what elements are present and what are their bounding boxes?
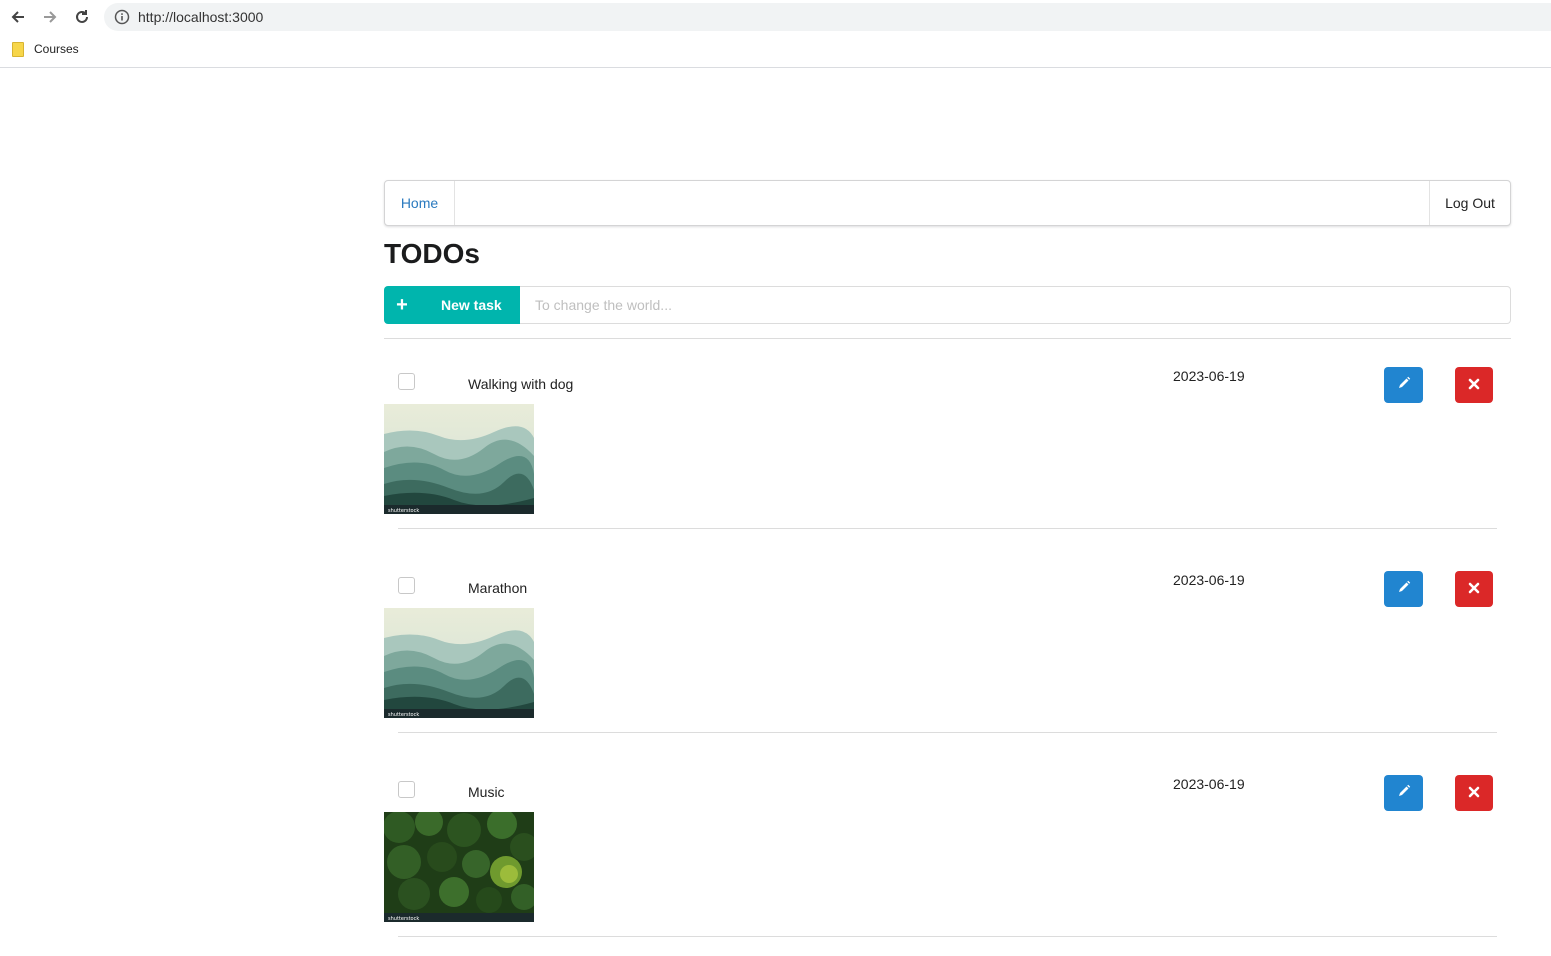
forward-icon[interactable] xyxy=(39,6,61,28)
edit-button[interactable] xyxy=(1384,367,1423,403)
todo-checkbox[interactable] xyxy=(398,781,415,798)
divider xyxy=(384,338,1511,339)
pencil-icon xyxy=(1397,784,1411,803)
todo-date: 2023-06-19 xyxy=(1173,572,1245,588)
edit-button[interactable] xyxy=(1384,571,1423,607)
new-task-button[interactable]: + New task xyxy=(384,286,520,324)
url-text: http://localhost:3000 xyxy=(138,9,264,25)
top-menu: Home Log Out xyxy=(384,180,1511,226)
todo-image-forest: shutterstock xyxy=(384,812,534,922)
page-title: TODOs xyxy=(384,238,480,269)
todo-checkbox[interactable] xyxy=(398,373,415,390)
bookmarks-bar: Courses xyxy=(0,34,1551,68)
close-icon xyxy=(1468,377,1480,393)
new-task-label: New task xyxy=(441,297,502,313)
info-icon[interactable] xyxy=(114,9,130,30)
todo-item: Music 2023-06-19 shutterstock xyxy=(384,766,1511,956)
delete-button[interactable] xyxy=(1455,775,1493,811)
new-task-form: + New task xyxy=(384,286,1511,324)
todo-label: Music xyxy=(468,784,505,800)
new-task-input[interactable] xyxy=(520,286,1511,324)
delete-button[interactable] xyxy=(1455,571,1493,607)
delete-button[interactable] xyxy=(1455,367,1493,403)
todo-checkbox[interactable] xyxy=(398,577,415,594)
todo-image-mountains: shutterstock xyxy=(384,608,534,718)
todo-app: Home Log Out TODOs + New task Walking wi… xyxy=(384,180,1511,937)
watermark-text: shutterstock xyxy=(388,508,419,514)
watermark-text: shutterstock xyxy=(388,712,419,718)
watermark-text: shutterstock xyxy=(388,916,419,922)
close-icon xyxy=(1468,785,1480,801)
close-icon xyxy=(1468,581,1480,597)
pencil-icon xyxy=(1397,376,1411,395)
pencil-icon xyxy=(1397,580,1411,599)
browser-toolbar: http://localhost:3000 xyxy=(0,0,1551,34)
row-divider xyxy=(398,936,1497,937)
reload-icon[interactable] xyxy=(71,6,93,28)
logout-link[interactable]: Log Out xyxy=(1429,181,1510,225)
home-link[interactable]: Home xyxy=(385,181,455,225)
bookmark-courses[interactable]: Courses xyxy=(34,42,79,56)
todo-label: Marathon xyxy=(468,580,528,596)
todo-date: 2023-06-19 xyxy=(1173,368,1245,384)
todo-label: Walking with dog xyxy=(468,376,574,392)
edit-button[interactable] xyxy=(1384,775,1423,811)
back-icon[interactable] xyxy=(7,6,29,28)
address-bar[interactable]: http://localhost:3000 xyxy=(104,3,1551,31)
folder-icon xyxy=(12,42,24,57)
row-divider xyxy=(398,528,1497,529)
todo-image-mountains: shutterstock xyxy=(384,404,534,514)
todo-item: Marathon 2023-06-19 shutterstock xyxy=(384,562,1511,752)
todo-item: Walking with dog 2023-06-19 shutterstock xyxy=(384,358,1511,548)
plus-icon: + xyxy=(396,293,408,316)
todo-date: 2023-06-19 xyxy=(1173,776,1245,792)
row-divider xyxy=(398,732,1497,733)
